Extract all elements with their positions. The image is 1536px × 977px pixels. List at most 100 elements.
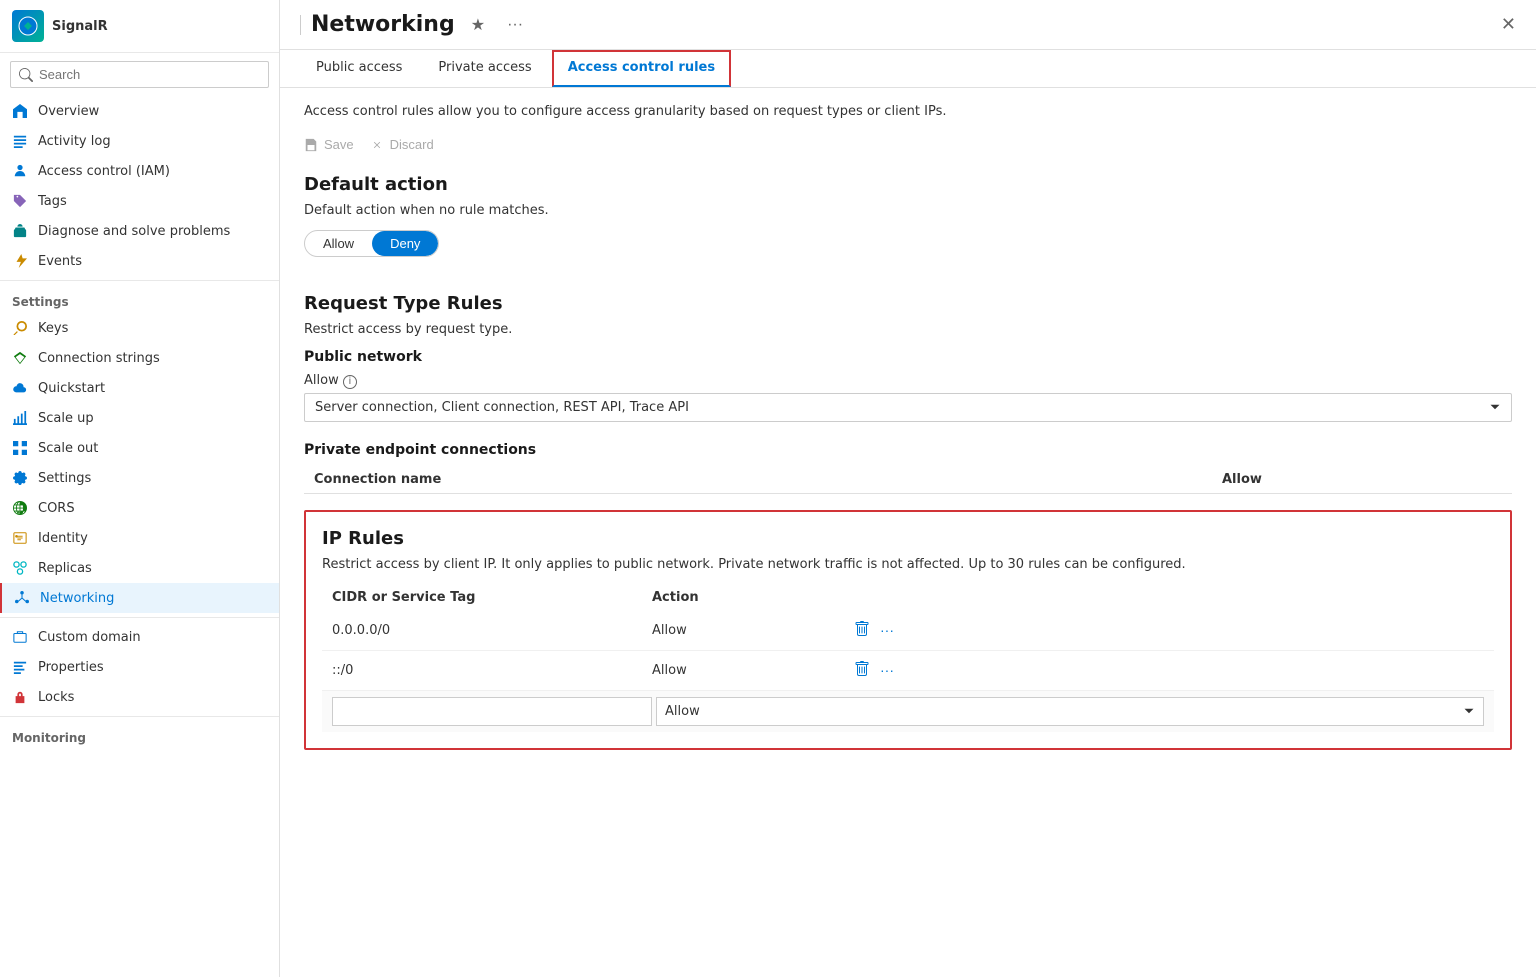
sidebar-item-identity[interactable]: Identity bbox=[0, 523, 279, 553]
globe-icon bbox=[12, 500, 28, 516]
discard-icon bbox=[370, 138, 384, 152]
sidebar-label-locks: Locks bbox=[38, 690, 74, 705]
sidebar-item-diagnose[interactable]: Diagnose and solve problems bbox=[0, 216, 279, 246]
settings-section-label: Settings bbox=[0, 285, 279, 313]
col-connection-name: Connection name bbox=[314, 472, 1222, 487]
key-icon bbox=[12, 320, 28, 336]
lightning-icon bbox=[12, 253, 28, 269]
sidebar-item-cors[interactable]: CORS bbox=[0, 493, 279, 523]
sidebar-label-overview: Overview bbox=[38, 104, 99, 119]
diamond-icon bbox=[12, 350, 28, 366]
sidebar-item-locks[interactable]: Locks bbox=[0, 682, 279, 712]
sidebar-label-identity: Identity bbox=[38, 531, 88, 546]
default-action-description: Default action when no rule matches. bbox=[304, 203, 1512, 218]
chart-up-icon bbox=[12, 410, 28, 426]
sidebar-item-settings[interactable]: Settings bbox=[0, 463, 279, 493]
tab-public-access[interactable]: Public access bbox=[300, 50, 418, 87]
ip-row-actions-1: ··· bbox=[852, 659, 1484, 682]
sidebar-item-replicas[interactable]: Replicas bbox=[0, 553, 279, 583]
tab-access-control-rules[interactable]: Access control rules bbox=[552, 50, 731, 87]
api-types-dropdown[interactable]: Server connection, Client connection, RE… bbox=[304, 393, 1512, 422]
more-row-0-button[interactable]: ··· bbox=[878, 620, 896, 640]
page-header: Networking ★ ··· ✕ bbox=[280, 0, 1536, 50]
public-network-title: Public network bbox=[304, 349, 1512, 365]
delete-row-1-button[interactable] bbox=[852, 659, 872, 682]
sidebar-item-events[interactable]: Events bbox=[0, 246, 279, 276]
new-cidr-input[interactable] bbox=[332, 697, 652, 726]
divider-2 bbox=[0, 617, 279, 618]
col-action: Action bbox=[652, 590, 852, 605]
sidebar-item-networking[interactable]: Networking bbox=[0, 583, 279, 613]
sidebar-label-cors: CORS bbox=[38, 501, 75, 516]
search-input[interactable] bbox=[39, 67, 260, 82]
ip-table-header: CIDR or Service Tag Action bbox=[322, 584, 1494, 611]
person-icon bbox=[12, 163, 28, 179]
save-button[interactable]: Save bbox=[304, 135, 354, 154]
save-icon bbox=[304, 138, 318, 152]
toolbar: Save Discard bbox=[304, 135, 1512, 154]
tab-private-access[interactable]: Private access bbox=[422, 50, 547, 87]
sidebar-label-properties: Properties bbox=[38, 660, 104, 675]
monitoring-divider bbox=[0, 716, 279, 717]
tabs-bar: Public access Private access Access cont… bbox=[280, 50, 1536, 88]
delete-row-0-button[interactable] bbox=[852, 619, 872, 642]
sidebar-label-scale-out: Scale out bbox=[38, 441, 98, 456]
id-badge-icon bbox=[12, 530, 28, 546]
new-action-dropdown[interactable]: Allow bbox=[656, 697, 1484, 726]
discard-button[interactable]: Discard bbox=[370, 135, 434, 154]
wrench-icon bbox=[12, 223, 28, 239]
squares-icon bbox=[12, 440, 28, 456]
search-container[interactable] bbox=[10, 61, 269, 88]
table-row: 0.0.0.0/0 Allow ··· bbox=[322, 611, 1494, 651]
sidebar-label-settings: Settings bbox=[38, 471, 91, 486]
app-logo bbox=[12, 10, 44, 42]
request-type-rules-section: Request Type Rules Restrict access by re… bbox=[304, 293, 1512, 494]
sidebar: SignalR Overview Activity log bbox=[0, 0, 280, 977]
chevron-down-icon bbox=[1489, 401, 1501, 413]
sidebar-item-connection-strings[interactable]: Connection strings bbox=[0, 343, 279, 373]
table-row: ::/0 Allow ··· bbox=[322, 651, 1494, 691]
col-allow: Allow bbox=[1222, 472, 1422, 487]
page-description: Access control rules allow you to config… bbox=[304, 104, 1512, 119]
settings-divider bbox=[0, 280, 279, 281]
sidebar-item-quickstart[interactable]: Quickstart bbox=[0, 373, 279, 403]
deny-toggle-btn[interactable]: Deny bbox=[372, 231, 438, 256]
sidebar-item-scale-out[interactable]: Scale out bbox=[0, 433, 279, 463]
sidebar-item-keys[interactable]: Keys bbox=[0, 313, 279, 343]
sidebar-label-connection-strings: Connection strings bbox=[38, 351, 160, 366]
close-button[interactable]: ✕ bbox=[1501, 14, 1516, 35]
sidebar-item-overview[interactable]: Overview bbox=[0, 96, 279, 126]
sidebar-item-properties[interactable]: Properties bbox=[0, 652, 279, 682]
allow-deny-toggle[interactable]: Allow Deny bbox=[304, 230, 439, 257]
replicas-icon bbox=[12, 560, 28, 576]
sidebar-nav: Overview Activity log Access control (IA… bbox=[0, 96, 279, 977]
app-name: SignalR bbox=[52, 19, 108, 34]
sidebar-label-custom-domain: Custom domain bbox=[38, 630, 141, 645]
sidebar-item-tags[interactable]: Tags bbox=[0, 186, 279, 216]
ip-action-1: Allow bbox=[652, 663, 852, 678]
bars-icon bbox=[12, 659, 28, 675]
sidebar-label-networking: Networking bbox=[40, 591, 114, 606]
sidebar-item-access-control[interactable]: Access control (IAM) bbox=[0, 156, 279, 186]
allow-label-with-info: Allow i bbox=[304, 373, 1512, 389]
sidebar-item-activity-log[interactable]: Activity log bbox=[0, 126, 279, 156]
more-button[interactable]: ··· bbox=[501, 14, 529, 36]
sidebar-item-scale-up[interactable]: Scale up bbox=[0, 403, 279, 433]
content-area: Access control rules allow you to config… bbox=[280, 88, 1536, 977]
sidebar-label-events: Events bbox=[38, 254, 82, 269]
col-cidr: CIDR or Service Tag bbox=[332, 590, 652, 605]
trash-icon bbox=[854, 621, 870, 637]
ip-row-actions-0: ··· bbox=[852, 619, 1484, 642]
default-action-title: Default action bbox=[304, 174, 1512, 195]
favorite-button[interactable]: ★ bbox=[465, 13, 491, 37]
ip-rules-description: Restrict access by client IP. It only ap… bbox=[322, 557, 1494, 572]
more-row-1-button[interactable]: ··· bbox=[878, 660, 896, 680]
list-icon bbox=[12, 133, 28, 149]
allow-toggle-btn[interactable]: Allow bbox=[305, 231, 372, 256]
new-ip-rule-row: Allow bbox=[322, 691, 1494, 732]
ip-cidr-1: ::/0 bbox=[332, 663, 652, 678]
sidebar-label-replicas: Replicas bbox=[38, 561, 92, 576]
private-endpoint-table-header: Connection name Allow bbox=[304, 466, 1512, 494]
header-divider bbox=[300, 15, 301, 35]
sidebar-item-custom-domain[interactable]: Custom domain bbox=[0, 622, 279, 652]
